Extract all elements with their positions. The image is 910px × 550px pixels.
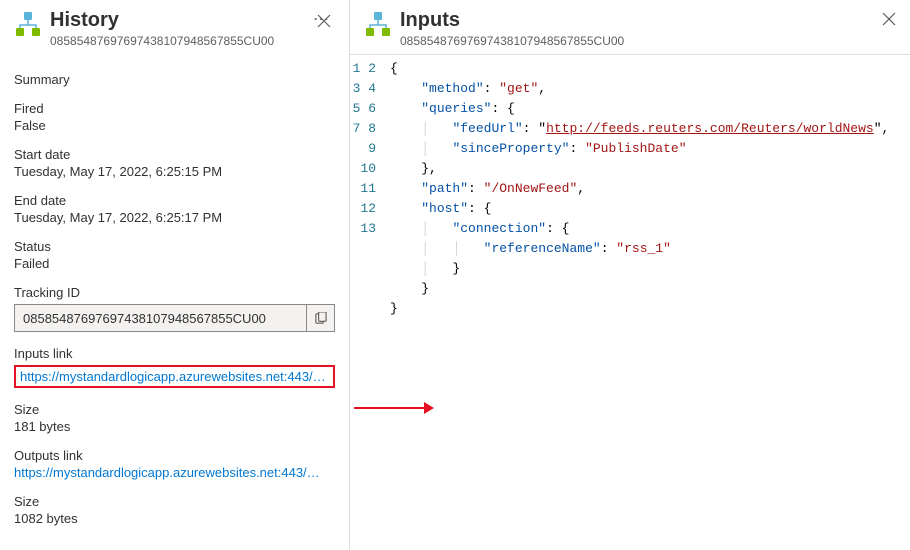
- tracking-id-field: 08585487697697438107948567855CU00: [14, 304, 335, 332]
- inputs-title: Inputs: [400, 8, 896, 32]
- start-date-label: Start date: [14, 147, 335, 162]
- end-date-label: End date: [14, 193, 335, 208]
- logic-app-icon: [14, 10, 42, 38]
- start-date-value: Tuesday, May 17, 2022, 6:25:15 PM: [14, 164, 335, 179]
- history-title: History: [50, 8, 307, 32]
- status-value: Failed: [14, 256, 335, 271]
- inputs-size-label: Size: [14, 402, 335, 417]
- json-editor[interactable]: 1 2 3 4 5 6 7 8 9 10 11 12 13 { "method"…: [350, 54, 910, 550]
- history-panel: History 08585487697697438107948567855CU0…: [0, 0, 350, 550]
- inputs-close-button[interactable]: [878, 8, 900, 33]
- fired-label: Fired: [14, 101, 335, 116]
- inputs-size-value: 181 bytes: [14, 419, 335, 434]
- outputs-link-label: Outputs link: [14, 448, 335, 463]
- outputs-size-label: Size: [14, 494, 335, 509]
- inputs-subtitle: 08585487697697438107948567855CU00: [400, 34, 896, 48]
- history-close-button[interactable]: [313, 10, 335, 35]
- editor-gutter: 1 2 3 4 5 6 7 8 9 10 11 12 13: [350, 55, 390, 550]
- inputs-link-label: Inputs link: [14, 346, 335, 361]
- fired-value: False: [14, 118, 335, 133]
- copy-tracking-id-button[interactable]: [306, 305, 334, 331]
- inputs-link[interactable]: https://mystandardlogicapp.azurewebsites…: [20, 369, 326, 384]
- inputs-header: Inputs 08585487697697438107948567855CU00: [350, 0, 910, 54]
- history-header: History 08585487697697438107948567855CU0…: [14, 8, 335, 58]
- logic-app-icon: [364, 10, 392, 38]
- outputs-link[interactable]: https://mystandardlogicapp.azurewebsites…: [14, 465, 320, 480]
- editor-content[interactable]: { "method": "get", "queries": { │ "feedU…: [390, 55, 910, 550]
- end-date-value: Tuesday, May 17, 2022, 6:25:17 PM: [14, 210, 335, 225]
- history-subtitle: 08585487697697438107948567855CU00: [50, 34, 307, 48]
- tracking-id-value: 08585487697697438107948567855CU00: [15, 311, 306, 326]
- outputs-size-value: 1082 bytes: [14, 511, 335, 526]
- inputs-link-highlight: https://mystandardlogicapp.azurewebsites…: [14, 365, 335, 388]
- summary-heading: Summary: [14, 72, 335, 87]
- status-label: Status: [14, 239, 335, 254]
- inputs-panel: Inputs 08585487697697438107948567855CU00…: [350, 0, 910, 550]
- tracking-id-label: Tracking ID: [14, 285, 335, 300]
